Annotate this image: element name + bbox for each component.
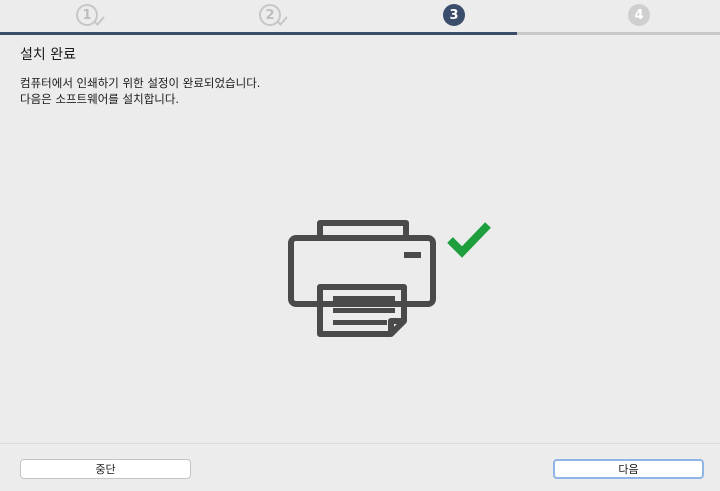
next-button[interactable]: 다음 (553, 459, 704, 479)
step-1-number: 1 (82, 7, 92, 23)
cancel-button[interactable]: 중단 (20, 459, 191, 479)
step-3-indicator: 3 (443, 4, 465, 26)
step-2-number: 2 (265, 7, 275, 23)
setup-complete-illustration (284, 216, 496, 344)
footer-divider (0, 443, 720, 444)
page-title: 설치 완료 (20, 47, 76, 63)
description: 컴퓨터에서 인쇄하기 위한 설정이 완료되었습니다. 다음은 소프트웨어를 설치… (20, 75, 260, 107)
progress-track (0, 32, 720, 35)
description-line-1: 컴퓨터에서 인쇄하기 위한 설정이 완료되었습니다. (20, 76, 261, 90)
step-4-number: 4 (634, 7, 644, 23)
step-4-indicator: 4 (628, 4, 650, 26)
step-2-indicator: 2 (259, 4, 288, 26)
step-progress-bar: 1 2 3 4 (0, 0, 720, 35)
step-1-check-icon (93, 16, 105, 26)
step-1-indicator: 1 (76, 4, 105, 26)
step-2-check-icon (276, 16, 288, 26)
checkmark-icon (447, 222, 491, 258)
progress-fill (0, 32, 517, 35)
description-line-2: 다음은 소프트웨어를 설치합니다. (20, 92, 180, 106)
step-3-number: 3 (449, 7, 459, 23)
